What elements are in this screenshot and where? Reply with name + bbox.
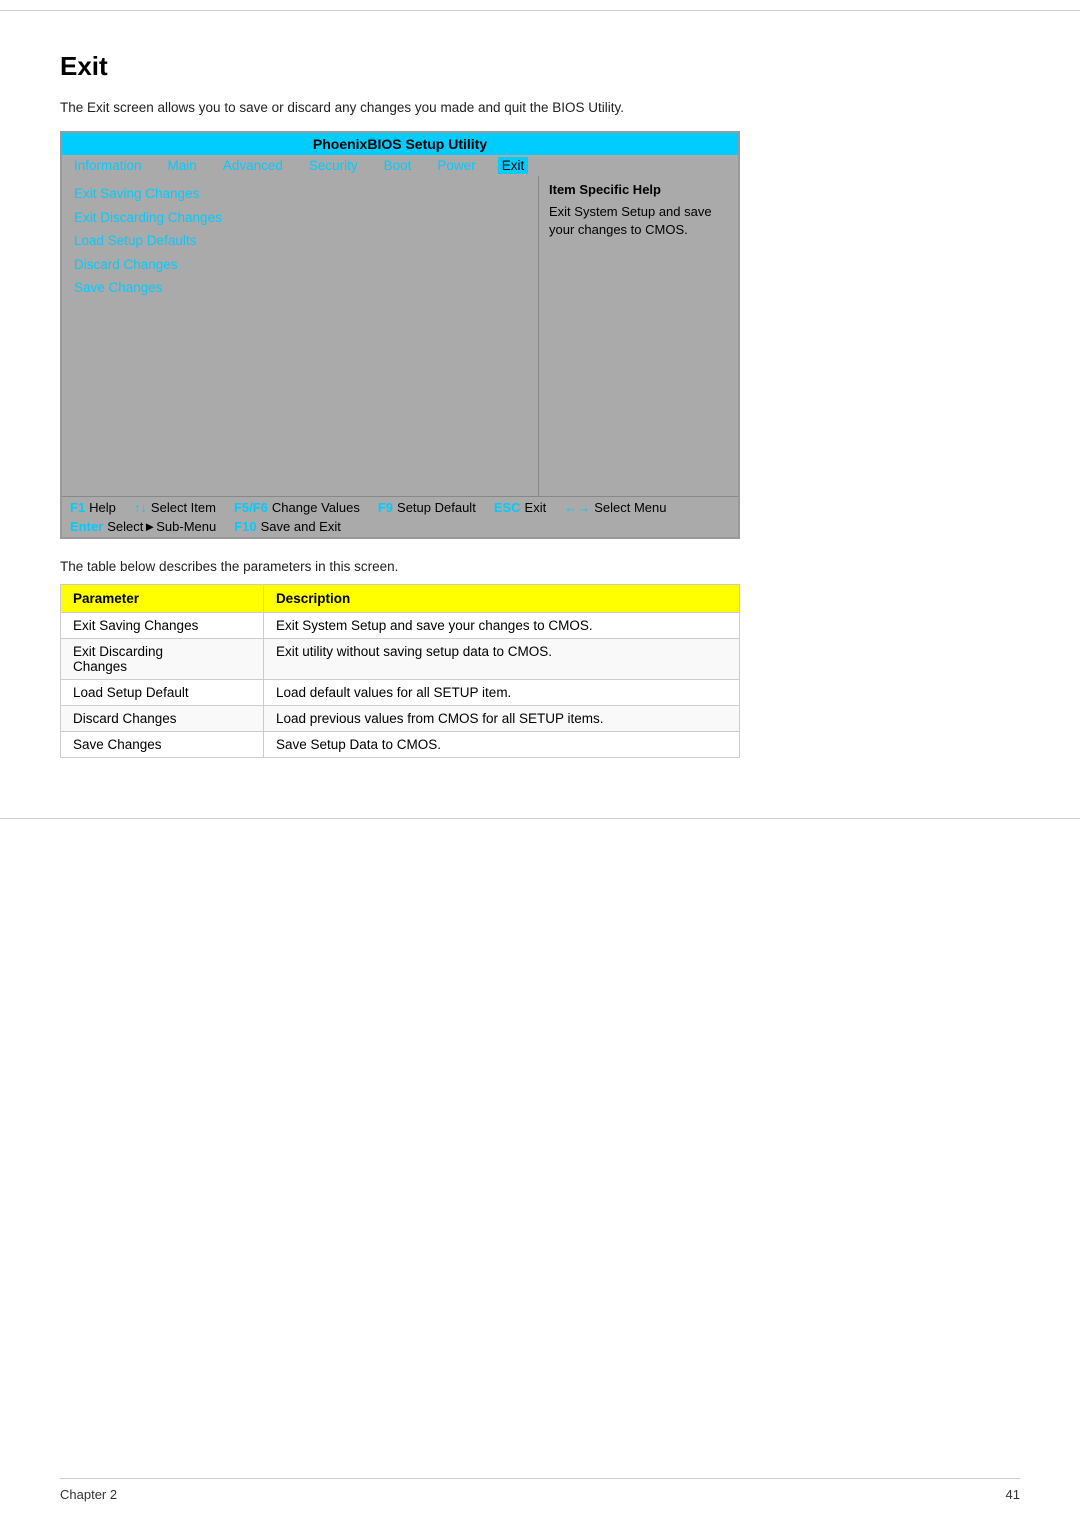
menu-item-exit[interactable]: Exit [498, 157, 529, 174]
footer-chapter: Chapter 2 [60, 1487, 117, 1502]
desc-exit-discarding: Exit utility without saving setup data t… [263, 639, 739, 680]
key-enter: Enter [70, 519, 103, 534]
param-exit-saving: Exit Saving Changes [61, 613, 264, 639]
bios-help-text: Exit System Setup and save your changes … [549, 203, 728, 239]
footer-esc: ESC Exit [494, 500, 546, 515]
menu-item-security[interactable]: Security [305, 157, 362, 174]
key-f9: F9 [378, 500, 393, 515]
option-exit-discarding-changes[interactable]: Exit Discarding Changes [72, 206, 528, 230]
key-f5f6-label: Change Values [272, 500, 360, 515]
desc-load-default: Load default values for all SETUP item. [263, 680, 739, 706]
key-esc: ESC [494, 500, 521, 515]
param-exit-discarding: Exit DiscardingChanges [61, 639, 264, 680]
col-header-description: Description [263, 585, 739, 613]
key-enter-label: Select►Sub-Menu [107, 519, 216, 534]
table-row: Exit Saving Changes Exit System Setup an… [61, 613, 740, 639]
footer-f9: F9 Setup Default [378, 500, 476, 515]
option-load-setup-defaults[interactable]: Load Setup Defaults [72, 229, 528, 253]
key-lr: ←→ [564, 500, 590, 515]
footer-page: 41 [1006, 1487, 1020, 1502]
footer-enter: Enter Select►Sub-Menu [70, 519, 216, 534]
table-row: Save Changes Save Setup Data to CMOS. [61, 732, 740, 758]
table-intro: The table below describes the parameters… [60, 559, 1020, 574]
menu-item-information[interactable]: Information [70, 157, 146, 174]
key-arrows-label: Select Item [151, 500, 216, 515]
footer-f10: F10 Save and Exit [234, 519, 341, 534]
bios-right-panel: Item Specific Help Exit System Setup and… [538, 176, 738, 496]
bios-menu-bar: Information Main Advanced Security Boot … [62, 155, 738, 176]
footer-arrows: ↑↓ Select Item [134, 500, 216, 515]
menu-item-power[interactable]: Power [433, 157, 479, 174]
page-wrapper: Exit The Exit screen allows you to save … [0, 10, 1080, 819]
param-discard-changes: Discard Changes [61, 706, 264, 732]
key-lr-label: Select Menu [594, 500, 666, 515]
bios-left-panel: Exit Saving Changes Exit Discarding Chan… [62, 176, 538, 496]
table-row: Discard Changes Load previous values fro… [61, 706, 740, 732]
bios-footer: F1 Help ↑↓ Select Item F5/F6 Change Valu… [62, 496, 738, 537]
option-save-changes[interactable]: Save Changes [72, 276, 528, 300]
page-title: Exit [60, 51, 1020, 82]
footer-f5f6: F5/F6 Change Values [234, 500, 360, 515]
key-f10: F10 [234, 519, 256, 534]
bios-title-bar: PhoenixBIOS Setup Utility [62, 133, 738, 155]
page-footer: Chapter 2 41 [60, 1478, 1020, 1502]
bios-help-title: Item Specific Help [549, 182, 728, 197]
param-load-default: Load Setup Default [61, 680, 264, 706]
menu-item-main[interactable]: Main [164, 157, 201, 174]
key-arrows: ↑↓ [134, 500, 147, 515]
table-row: Load Setup Default Load default values f… [61, 680, 740, 706]
footer-lr-arrows: ←→ Select Menu [564, 500, 666, 515]
key-f1-label: Help [89, 500, 116, 515]
params-table: Parameter Description Exit Saving Change… [60, 584, 740, 758]
key-f9-label: Setup Default [397, 500, 476, 515]
menu-item-boot[interactable]: Boot [380, 157, 416, 174]
key-f5f6: F5/F6 [234, 500, 268, 515]
footer-f1: F1 Help [70, 500, 116, 515]
key-esc-label: Exit [525, 500, 547, 515]
desc-discard-changes: Load previous values from CMOS for all S… [263, 706, 739, 732]
table-row: Exit DiscardingChanges Exit utility with… [61, 639, 740, 680]
menu-item-advanced[interactable]: Advanced [219, 157, 287, 174]
param-save-changes: Save Changes [61, 732, 264, 758]
col-header-parameter: Parameter [61, 585, 264, 613]
key-f1: F1 [70, 500, 85, 515]
option-discard-changes[interactable]: Discard Changes [72, 253, 528, 277]
key-f10-label: Save and Exit [261, 519, 341, 534]
desc-exit-saving: Exit System Setup and save your changes … [263, 613, 739, 639]
desc-save-changes: Save Setup Data to CMOS. [263, 732, 739, 758]
option-exit-saving-changes[interactable]: Exit Saving Changes [72, 182, 528, 206]
bios-box: PhoenixBIOS Setup Utility Information Ma… [60, 131, 740, 539]
bios-content: Exit Saving Changes Exit Discarding Chan… [62, 176, 738, 496]
intro-text: The Exit screen allows you to save or di… [60, 100, 1020, 115]
